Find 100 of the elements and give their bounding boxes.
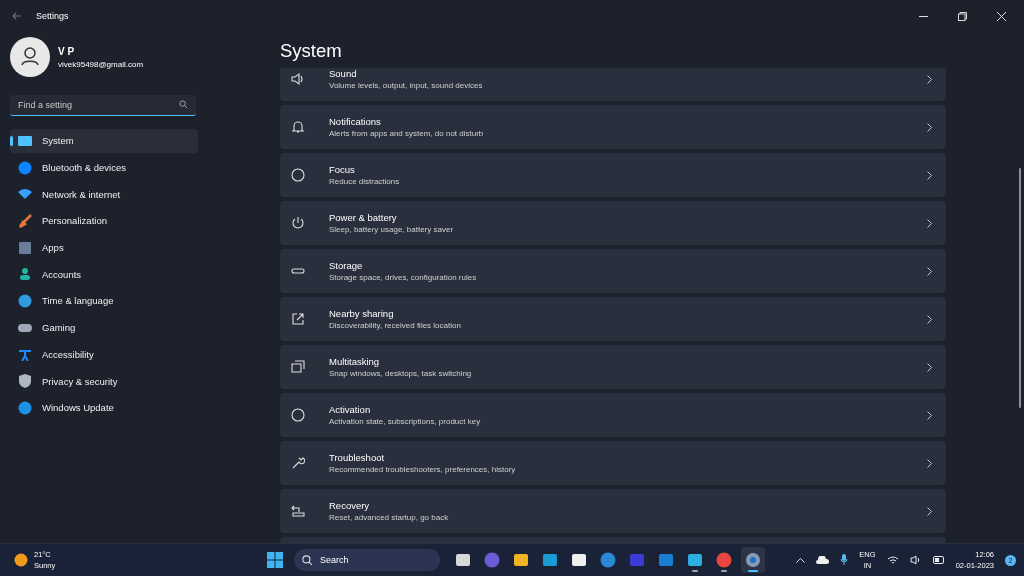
- user-email: vivek95498@gmail.com: [58, 59, 144, 69]
- wifi-icon[interactable]: [886, 555, 899, 565]
- scrollbar[interactable]: [1019, 168, 1021, 408]
- app-icon: [629, 552, 645, 568]
- chevron-icon: [927, 122, 932, 132]
- setting-description: Recommended troubleshooters, preferences, history: [329, 465, 517, 474]
- app-icon: [687, 552, 703, 568]
- window-title: Settings: [36, 11, 69, 21]
- setting-icon: [291, 360, 305, 374]
- settings-card[interactable]: Troubleshoot Recommended troubleshooters, preferences, history: [280, 441, 946, 485]
- setting-icon: [291, 72, 305, 86]
- start-icon[interactable]: [267, 552, 283, 568]
- nav-item[interactable]: Accounts: [10, 262, 198, 287]
- back-icon[interactable]: [12, 12, 22, 20]
- setting-title: Sound: [329, 68, 358, 79]
- setting-description: Activation state, subscriptions, product key: [329, 417, 482, 426]
- settings-card[interactable]: Storage Storage space, drives, configuration rules: [280, 249, 946, 293]
- taskbar-search[interactable]: Search: [294, 549, 440, 571]
- app-icon: [745, 552, 761, 568]
- setting-title: Activation: [329, 404, 372, 415]
- setting-icon: [291, 216, 305, 230]
- nav-item[interactable]: Apps: [10, 235, 198, 260]
- settings-card[interactable]: Sound Volume levels, output, input, sound devices: [280, 68, 946, 101]
- category-icon: [18, 400, 32, 415]
- setting-title: Storage: [329, 260, 364, 271]
- nav-item[interactable]: System: [10, 129, 198, 153]
- nav-item[interactable]: Accessibility: [10, 342, 198, 367]
- app-icon: [658, 552, 674, 568]
- settings-card[interactable]: Power & battery Sleep, battery usage, battery saver: [280, 201, 946, 245]
- search-field[interactable]: Find a setting: [10, 95, 196, 116]
- speaker-icon[interactable]: [909, 555, 922, 565]
- avatar: [10, 37, 50, 77]
- category-icon: [18, 347, 32, 362]
- nav-item[interactable]: Network & internet: [10, 182, 198, 207]
- setting-description: Volume levels, output, input, sound devices: [329, 81, 484, 90]
- settings-card[interactable]: Activation Activation state, subscriptions, product key: [280, 393, 946, 437]
- nav-item[interactable]: Time & language: [10, 289, 198, 313]
- app-icon: [513, 552, 529, 568]
- setting-title: Focus: [329, 164, 356, 175]
- category-icon: [18, 240, 32, 255]
- chevron-icon: [927, 362, 932, 372]
- setting-description: Discoverability, received files location: [329, 321, 462, 330]
- setting-icon: [291, 504, 305, 518]
- microphone-icon[interactable]: [840, 554, 849, 566]
- category-icon: [18, 267, 32, 282]
- app-icon: [716, 552, 732, 568]
- nav-item[interactable]: Privacy & security: [10, 369, 198, 393]
- setting-icon: [291, 408, 305, 422]
- close-icon[interactable]: [997, 11, 1006, 21]
- category-icon: [18, 374, 32, 389]
- page-title: System: [280, 40, 343, 63]
- maximize-icon[interactable]: [958, 11, 967, 21]
- setting-description: Reduce distractions: [329, 177, 401, 186]
- chevron-icon: [927, 506, 932, 516]
- setting-title: Troubleshoot: [329, 452, 386, 463]
- setting-description: Sleep, battery usage, battery saver: [329, 225, 455, 234]
- setting-description: Snap windows, desktops, task switching: [329, 369, 473, 378]
- settings-card[interactable]: Focus Reduce distractions: [280, 153, 946, 197]
- taskbar-app[interactable]: [741, 547, 765, 573]
- search-icon: [302, 554, 313, 566]
- chevron-icon: [927, 170, 932, 180]
- category-icon: [18, 293, 32, 308]
- nav-item[interactable]: Gaming: [10, 315, 198, 340]
- setting-description: Reset, advanced startup, go back: [329, 513, 450, 522]
- settings-card[interactable]: Nearby sharing Discoverability, received files location: [280, 297, 946, 341]
- app-icon: [600, 552, 616, 568]
- setting-title: Multitasking: [329, 356, 381, 367]
- setting-icon: [291, 168, 305, 182]
- settings-card[interactable]: Notifications Alerts from apps and system, do not disturb: [280, 105, 946, 149]
- setting-icon: [291, 120, 305, 134]
- category-icon: [18, 187, 32, 202]
- settings-card[interactable]: Multitasking Snap windows, desktops, task switching: [280, 345, 946, 389]
- chevron-icon: [927, 458, 932, 468]
- category-icon: [18, 213, 32, 228]
- setting-title: Nearby sharing: [329, 308, 395, 319]
- setting-icon: [291, 456, 305, 470]
- category-icon: [18, 160, 32, 175]
- app-icon: [571, 552, 587, 568]
- chevron-icon: [927, 314, 932, 324]
- user-name: V P: [58, 45, 76, 57]
- battery-icon[interactable]: [932, 556, 945, 564]
- setting-title: Power & battery: [329, 212, 398, 223]
- chevron-icon: [927, 410, 932, 420]
- app-icon: [542, 552, 558, 568]
- cloud-icon[interactable]: [816, 556, 830, 564]
- sun-icon: [14, 553, 28, 567]
- nav-item[interactable]: Windows Update: [10, 395, 198, 420]
- search-icon: [179, 100, 188, 109]
- setting-description: Storage space, drives, configuration rules: [329, 273, 478, 282]
- chevron-icon: [927, 266, 932, 276]
- nav-item[interactable]: Personalization: [10, 209, 198, 233]
- category-icon: [18, 133, 32, 148]
- app-icon: [455, 552, 471, 568]
- nav-item[interactable]: Bluetooth & devices: [10, 155, 198, 180]
- setting-icon: [291, 312, 305, 326]
- settings-card[interactable]: Recovery Reset, advanced startup, go back: [280, 489, 946, 533]
- app-icon: [484, 552, 500, 568]
- setting-description: Alerts from apps and system, do not disturb: [329, 129, 485, 138]
- chevron-up-icon[interactable]: [796, 557, 806, 563]
- setting-title: Recovery: [329, 500, 371, 511]
